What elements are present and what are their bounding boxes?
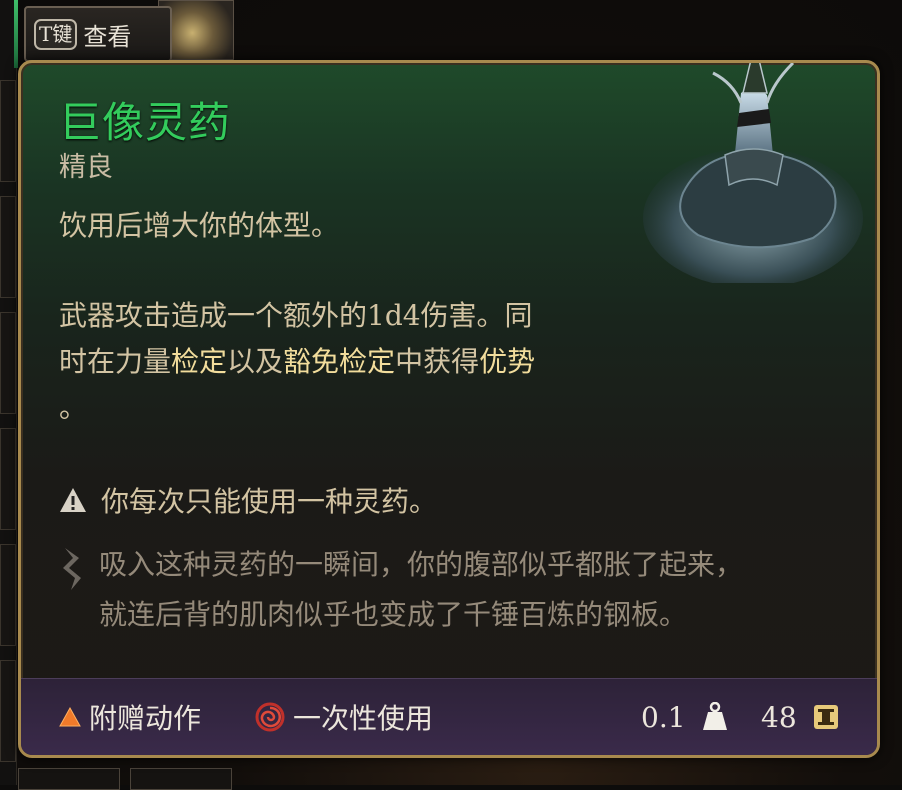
warning-icon — [60, 488, 86, 512]
usage-type: 一次性使用 — [255, 679, 433, 755]
hotbar-slot[interactable] — [0, 660, 16, 762]
spiral-icon — [255, 702, 285, 732]
action-type: 附赠动作 — [59, 679, 201, 755]
inventory-slot[interactable] — [130, 768, 232, 790]
keyword-saving-throw[interactable]: 豁免检定 — [283, 345, 395, 378]
hotbar-slot[interactable] — [0, 312, 16, 414]
action-label: 附赠动作 — [89, 702, 202, 735]
tooltip-footer: 附赠动作 一次性使用 0.1 48 — [21, 678, 877, 755]
keyword-advantage[interactable]: 优势 — [479, 345, 535, 378]
hotbar-slot[interactable] — [0, 544, 16, 646]
keyword-check[interactable]: 检定 — [171, 345, 227, 378]
hotbar-slot[interactable] — [0, 80, 16, 182]
effect-line-2: 时在力量检定以及豁免检定中获得优势 — [59, 345, 536, 378]
effect-line-3: 。 — [59, 391, 88, 424]
triangle-icon — [59, 707, 81, 727]
inventory-slot[interactable] — [18, 768, 120, 790]
feather-icon — [63, 548, 81, 590]
hotbar-slot[interactable] — [0, 196, 16, 298]
weight-info: 0.1 — [641, 679, 728, 755]
item-description: 饮用后增大你的体型。 武器攻击造成一个额外的1d4伤害。同 时在力量检定以及豁免… — [59, 203, 659, 431]
potion-illustration — [643, 63, 863, 283]
hotbar-slot[interactable] — [0, 428, 16, 530]
value-info: 48 — [761, 679, 839, 755]
effect-line-1: 武器攻击造成一个额外的1d4伤害。同 — [59, 299, 533, 332]
gold-value: 48 — [761, 700, 797, 734]
warning-row: 你每次只能使用一种灵药。 — [59, 480, 437, 520]
usage-label: 一次性使用 — [293, 702, 434, 735]
warning-text: 你每次只能使用一种灵药。 — [101, 485, 438, 518]
weight-icon — [702, 702, 727, 730]
selection-accent — [14, 0, 18, 68]
description-line: 饮用后增大你的体型。 — [59, 209, 340, 242]
keybind-badge: T键 — [34, 18, 78, 50]
item-rarity: 精良 — [59, 152, 113, 183]
flavor-line-2: 就连后背的肌肉似乎也变成了千锤百炼的钢板。 — [99, 598, 688, 631]
inspect-prompt[interactable]: T键 查看 — [24, 6, 172, 62]
inspect-label: 查看 — [83, 22, 132, 51]
flavor-line-1: 吸入这种灵药的一瞬间，你的腹部似乎都胀了起来， — [99, 548, 744, 581]
coin-icon — [813, 705, 838, 729]
item-name: 巨像灵药 — [59, 98, 232, 147]
weight-value: 0.1 — [641, 700, 686, 734]
item-tooltip: 巨像灵药 精良 饮用后增大你的体型。 武器攻击造成一个额外的1d4伤害。同 时在… — [18, 60, 880, 758]
hotbar-strip — [0, 0, 17, 785]
flavor-text: 吸入这种灵药的一瞬间，你的腹部似乎都胀了起来， 就连后背的肌肉似乎也变成了千锤百… — [59, 540, 743, 640]
